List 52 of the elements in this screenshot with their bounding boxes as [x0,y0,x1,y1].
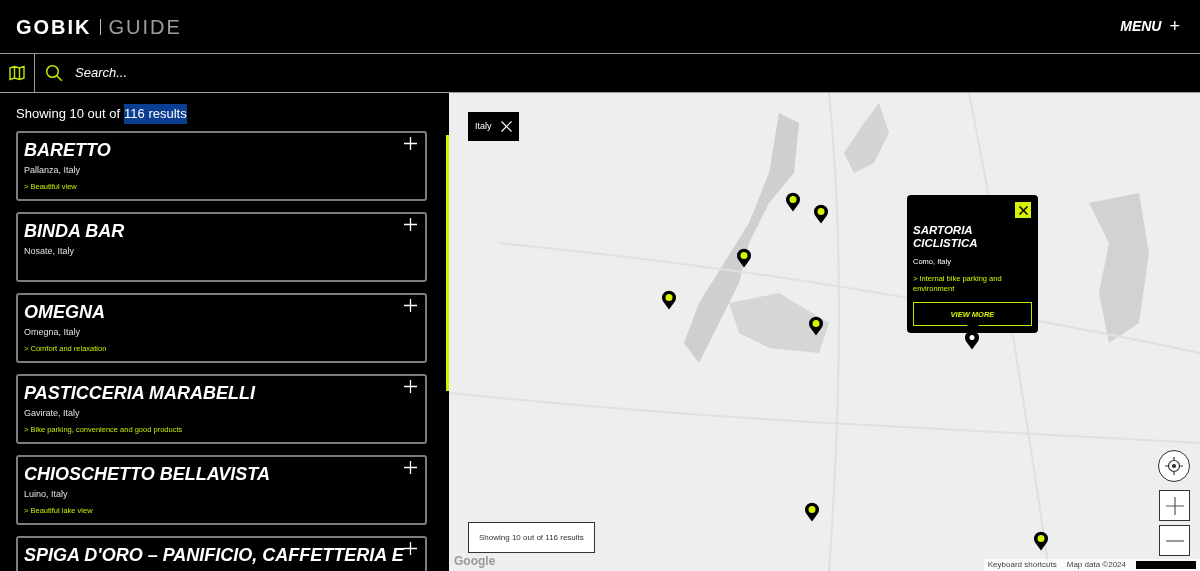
popup-title: SARTORIA CICLISTICA [913,224,979,250]
place-name: CHIOSCHETTO BELLAVISTA [24,462,270,485]
menu-button[interactable]: MENU + [1120,13,1184,40]
place-card[interactable]: SPIGA D'ORO – PANIFICIO, CAFFETTERIA E [16,535,427,571]
map-pin-icon[interactable] [808,316,824,336]
close-icon[interactable] [500,121,512,132]
zoom-in-button[interactable] [1159,490,1190,521]
map-pin-icon[interactable] [1033,531,1049,551]
place-name: BARETTO [24,138,111,161]
filter-chip[interactable]: Italy [468,112,519,141]
map-pin-icon[interactable] [813,204,829,224]
place-location: Luino, Italy [24,488,68,500]
place-name: OMEGNA [24,300,105,323]
popup-close-button[interactable] [1015,202,1031,218]
results-count-box: Showing 10 out of 116 results [468,522,595,553]
minus-icon [1165,539,1184,542]
search-icon [45,64,63,82]
place-name: PASTICCERIA MARABELLI [24,381,255,404]
map-provider-logo: Google [454,553,496,570]
logo-brand[interactable]: GOBIK [16,11,92,42]
map-pin-icon[interactable] [785,192,801,212]
logo-product[interactable]: GUIDE [108,11,182,42]
keyboard-shortcuts-link[interactable]: Keyboard shortcuts [987,559,1057,571]
place-name: SPIGA D'ORO – PANIFICIO, CAFFETTERIA E [24,543,404,566]
results-count-highlight: 116 results [124,104,187,124]
place-location: Omegna, Italy [24,326,81,338]
map-pin-icon[interactable] [804,502,820,522]
crosshair-icon [1165,457,1183,475]
map-pin-icon[interactable] [736,248,752,268]
expand-icon[interactable] [404,298,417,312]
search-field[interactable]: Search... [75,63,1200,83]
zoom-out-button[interactable] [1159,525,1190,556]
plus-icon [1165,496,1184,515]
place-card[interactable]: BINDA BAR Nosate, Italy [16,211,427,282]
map-pin-icon[interactable] [661,290,677,310]
place-name: BINDA BAR [24,219,125,242]
close-icon [1018,205,1028,215]
expand-icon[interactable] [404,217,417,231]
map-data-text: Map data ©2024 [1066,559,1126,571]
map-icon [9,65,25,81]
place-location: Pallanza, Italy [24,164,81,176]
results-count-text: Showing 10 out of [16,105,121,123]
scrollbar-thumb[interactable] [446,135,449,391]
place-location: Nosate, Italy [24,245,75,257]
expand-icon[interactable] [404,379,417,393]
expand-icon[interactable] [404,541,417,555]
expand-icon[interactable] [404,460,417,474]
redacted-block [1136,561,1196,569]
logo-divider [99,18,101,35]
expand-icon[interactable] [404,136,417,150]
locate-button[interactable] [1158,450,1190,482]
place-location: Gavirate, Italy [24,407,80,419]
